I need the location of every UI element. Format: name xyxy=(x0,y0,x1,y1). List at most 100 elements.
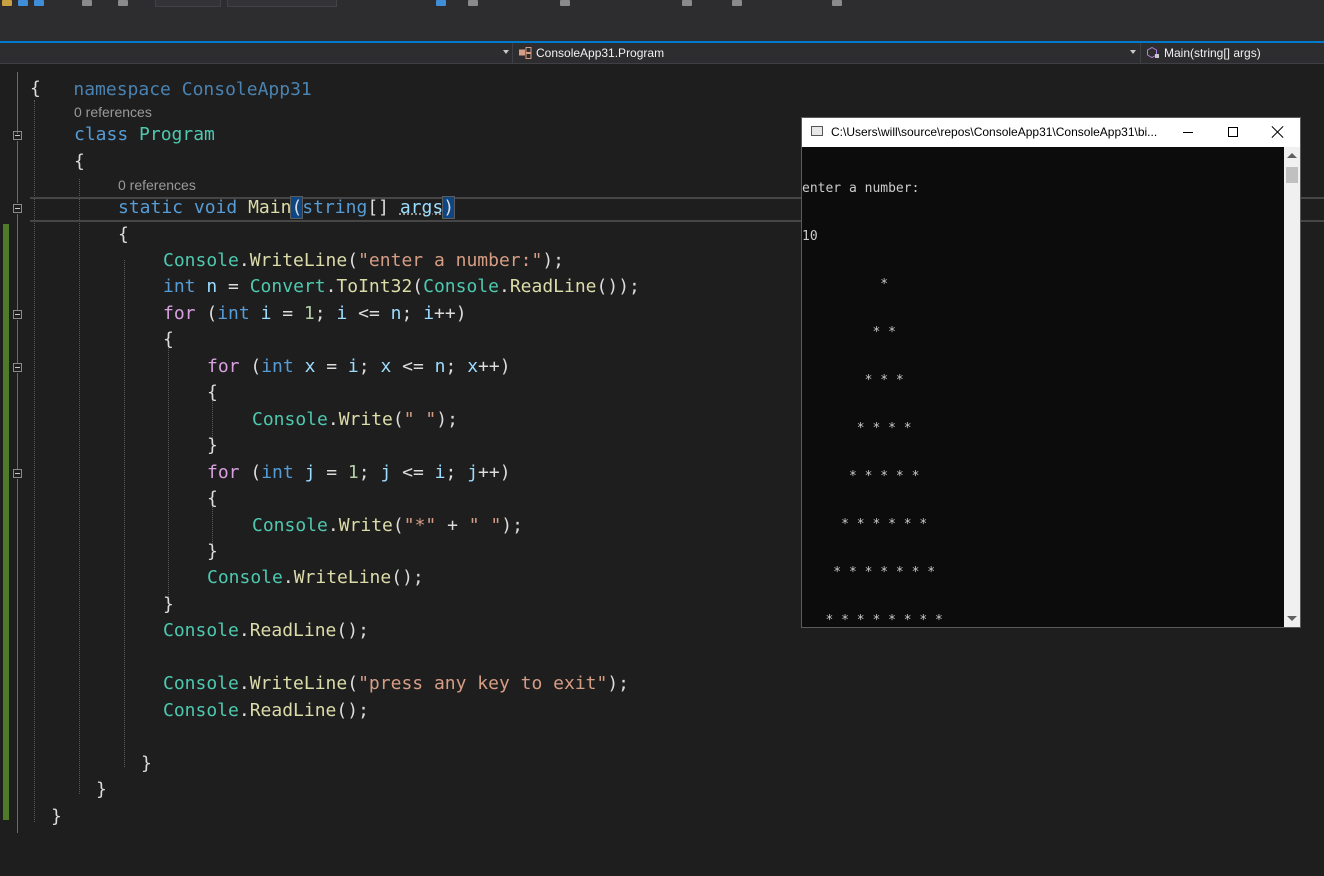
method-call: ToInt32 xyxy=(336,276,413,297)
namespace-declaration: namespace ConsoleApp31 xyxy=(73,79,312,100)
brace: } xyxy=(207,541,218,562)
brace: } xyxy=(163,594,174,615)
collapse-method-icon[interactable] xyxy=(13,204,22,213)
code-line: Console.Write("*" + " "); xyxy=(252,515,523,536)
chevron-down-icon xyxy=(503,50,509,54)
code-line: Console.ReadLine(); xyxy=(163,620,369,641)
class-name: Program xyxy=(139,124,215,145)
indent-guide xyxy=(124,260,125,767)
start-debug-icon[interactable] xyxy=(436,0,446,6)
toolbar-icon[interactable] xyxy=(732,0,742,6)
method-call: ReadLine xyxy=(249,620,337,641)
scroll-thumb[interactable] xyxy=(1286,167,1298,183)
code-line: Console.WriteLine("enter a number:"); xyxy=(163,250,565,271)
save-icon[interactable] xyxy=(34,0,44,6)
method-call: Write xyxy=(338,515,393,536)
brace: { xyxy=(118,224,129,245)
collapse-for-icon[interactable] xyxy=(13,363,22,372)
codelens-references[interactable]: 0 references xyxy=(74,104,152,120)
console-scrollbar[interactable] xyxy=(1284,147,1300,627)
collapse-class-icon[interactable] xyxy=(13,131,22,140)
brace: { xyxy=(30,78,41,99)
method-icon xyxy=(1147,47,1159,59)
member-dropdown[interactable]: Main(string[] args) xyxy=(1141,43,1324,63)
brackets: [] xyxy=(367,197,389,218)
code-line: Console.ReadLine(); xyxy=(163,700,369,721)
outline-line xyxy=(17,72,18,134)
project-dropdown[interactable] xyxy=(0,43,513,63)
indent-guide xyxy=(168,339,169,599)
keyword: int xyxy=(261,462,294,483)
code-line: { xyxy=(207,486,218,512)
outline-line xyxy=(17,214,18,310)
keyword: for xyxy=(163,303,196,324)
brace: } xyxy=(207,435,218,456)
toolbar xyxy=(0,0,1324,8)
console-line: * * * * * xyxy=(802,469,928,484)
string-literal: " " xyxy=(403,409,437,430)
type-dropdown[interactable]: ConsoleApp31.Program xyxy=(513,43,1141,63)
console-line: * * * * * * * xyxy=(802,565,943,580)
change-tracking-bar xyxy=(3,224,9,820)
code-line: { xyxy=(118,222,129,248)
maximize-icon xyxy=(1228,127,1238,137)
scroll-up-icon[interactable] xyxy=(1287,153,1297,158)
collapse-for-icon[interactable] xyxy=(13,469,22,478)
console-line: * * * * xyxy=(802,421,920,436)
console-output[interactable]: enter a number: 10 * * * * * * * * * * *… xyxy=(802,149,1284,627)
configuration-dropdown[interactable] xyxy=(155,0,221,7)
chevron-down-icon xyxy=(1130,50,1136,54)
type-name: Console xyxy=(163,250,239,271)
method-call: ReadLine xyxy=(249,700,337,721)
codelens-references[interactable]: 0 references xyxy=(118,177,196,193)
bookmark-icon[interactable] xyxy=(832,0,842,6)
console-line: enter a number: xyxy=(802,181,920,196)
string-literal: "enter a number:" xyxy=(358,250,543,271)
string-literal: "press any key to exit" xyxy=(358,673,608,694)
toolbar-icon[interactable] xyxy=(468,0,478,6)
open-file-icon[interactable] xyxy=(18,0,28,6)
minimize-button[interactable] xyxy=(1165,118,1211,147)
brace: } xyxy=(141,753,152,774)
method-call: WriteLine xyxy=(293,567,392,588)
console-titlebar[interactable]: C:\Users\will\source\repos\ConsoleApp31\… xyxy=(802,118,1300,147)
toolbar-icon[interactable] xyxy=(682,0,692,6)
keyword: int xyxy=(217,303,250,324)
close-button[interactable] xyxy=(1255,118,1301,147)
keyword: class xyxy=(74,124,129,145)
console-line: * * * xyxy=(802,373,912,388)
console-window[interactable]: C:\Users\will\source\repos\ConsoleApp31\… xyxy=(801,117,1301,628)
paren: ) xyxy=(442,196,456,219)
console-title: C:\Users\will\source\repos\ConsoleApp31\… xyxy=(831,125,1158,139)
new-project-icon[interactable] xyxy=(2,0,12,6)
minimize-icon xyxy=(1183,132,1193,133)
console-line: * * xyxy=(802,325,904,340)
close-icon xyxy=(1272,126,1284,138)
outline-line xyxy=(17,479,18,833)
code-line: } xyxy=(51,804,62,830)
maximize-button[interactable] xyxy=(1210,118,1256,147)
platform-dropdown[interactable] xyxy=(227,0,337,7)
code-line: } xyxy=(96,777,107,803)
keyword: void xyxy=(193,197,238,218)
string-literal: "*" xyxy=(403,515,437,536)
type-name: Console xyxy=(163,620,239,641)
keyword: string xyxy=(302,197,368,218)
scroll-down-icon[interactable] xyxy=(1287,616,1297,621)
paren: ( xyxy=(290,196,304,219)
keyword: static xyxy=(118,197,184,218)
collapse-for-icon[interactable] xyxy=(13,310,22,319)
code-line: Console.WriteLine(); xyxy=(207,567,424,588)
undo-icon[interactable] xyxy=(82,0,92,6)
console-line: * xyxy=(802,277,896,292)
refresh-icon[interactable] xyxy=(560,0,570,6)
keyword: int xyxy=(261,356,294,377)
code-line: class Program xyxy=(74,122,215,148)
brace: { xyxy=(207,382,218,403)
outline-line xyxy=(17,373,18,469)
redo-icon[interactable] xyxy=(118,0,128,6)
code-line: } xyxy=(141,751,152,777)
code-line: } xyxy=(207,433,218,459)
variable: n xyxy=(206,276,218,297)
method-name: Main xyxy=(248,197,292,218)
